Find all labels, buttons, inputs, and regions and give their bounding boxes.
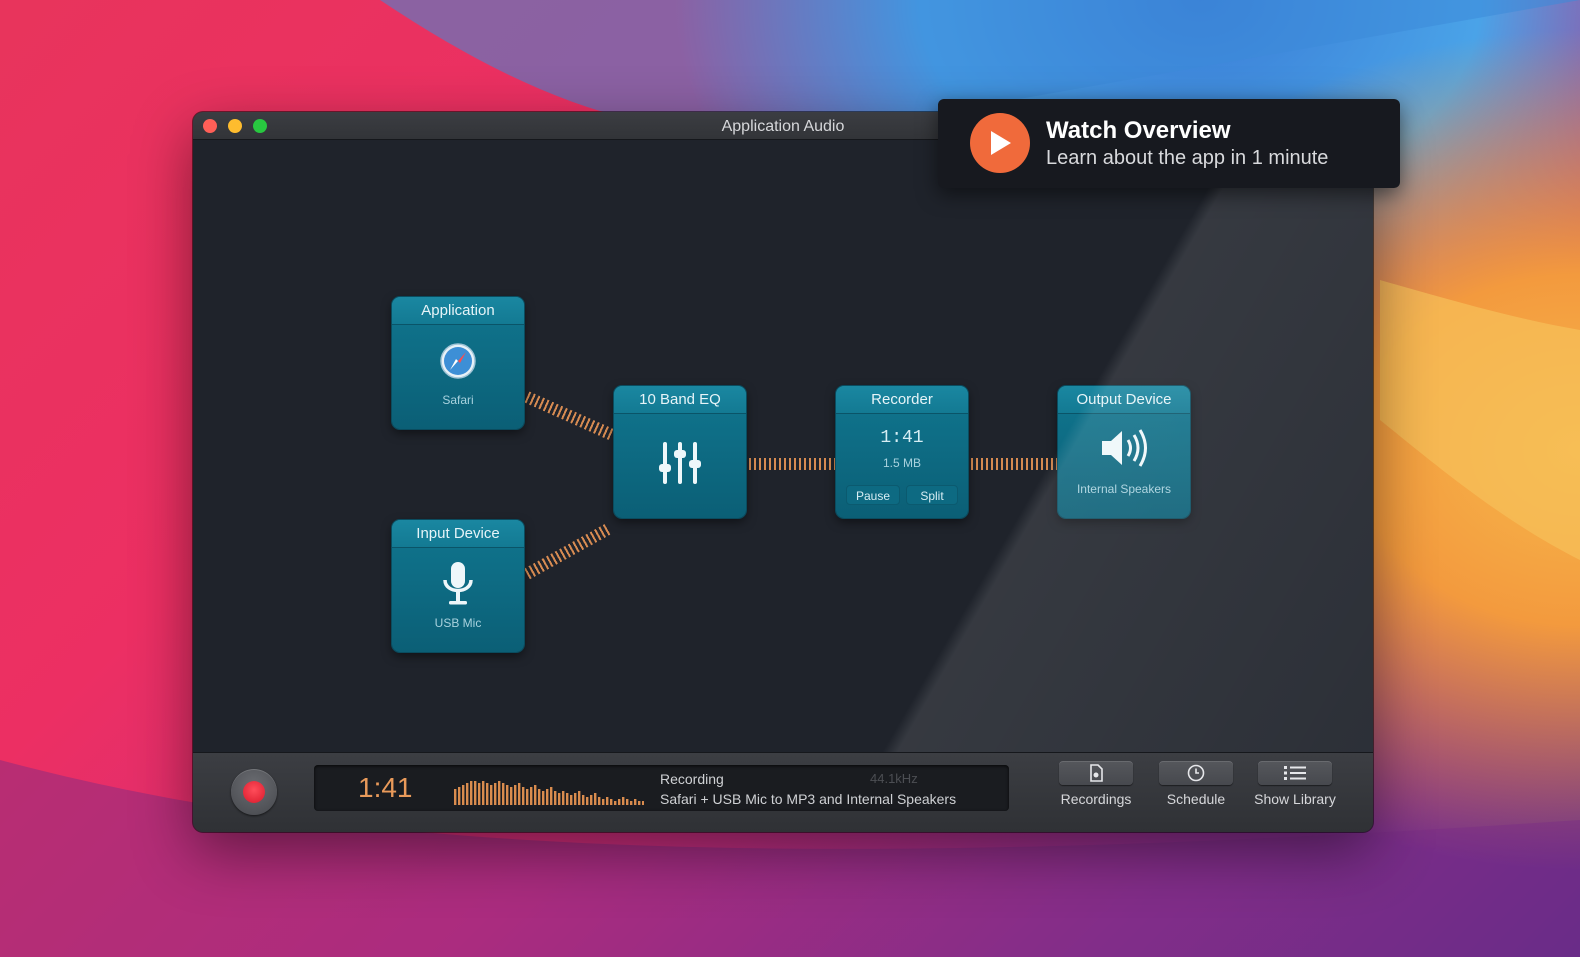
output-device-node-header: Output Device: [1058, 386, 1190, 414]
recorder-node-header: Recorder: [836, 386, 968, 414]
level-meter-bar: [610, 799, 613, 805]
level-meter-bar: [466, 783, 469, 805]
recorder-file-size: 1.5 MB: [882, 456, 921, 470]
level-meter-bar: [530, 787, 533, 805]
level-meter-bar: [518, 783, 521, 805]
sample-rate: 44.1kHz: [870, 771, 918, 786]
level-meter-bar: [502, 783, 505, 805]
level-meter-bar: [522, 787, 525, 805]
level-meter-bar: [478, 783, 481, 805]
eq-node[interactable]: 10 Band EQ: [614, 386, 746, 518]
wire-recorder-to-output: [971, 458, 1059, 470]
level-meter-bar: [626, 799, 629, 805]
level-meter-bar: [474, 781, 477, 805]
clock-icon: [1159, 761, 1233, 785]
overview-title: Watch Overview: [1046, 117, 1231, 144]
level-meter-bar: [486, 783, 489, 805]
output-device-node[interactable]: Output Device Internal Speakers: [1058, 386, 1190, 518]
level-meter-bar: [458, 787, 461, 805]
status-display: 1:41 Recording 44.1kHz Safari + USB Mic …: [314, 765, 1009, 811]
speaker-icon: [1058, 426, 1190, 470]
level-meter-bar: [578, 791, 581, 805]
level-meter-bar: [498, 781, 501, 805]
show-library-label: Show Library: [1254, 791, 1336, 807]
level-meter-bar: [634, 799, 637, 805]
play-icon[interactable]: [970, 113, 1030, 173]
level-meter-bar: [638, 801, 641, 805]
pause-button[interactable]: Pause: [846, 485, 900, 505]
schedule-button[interactable]: Schedule: [1151, 761, 1241, 807]
recordings-button[interactable]: Recordings: [1051, 761, 1141, 807]
level-meter-bar: [558, 793, 561, 805]
bottom-toolbar: 1:41 Recording 44.1kHz Safari + USB Mic …: [193, 752, 1373, 832]
level-meter-bar: [550, 787, 553, 805]
input-device-node-label: USB Mic: [434, 616, 482, 630]
level-meter-bar: [554, 791, 557, 805]
wire-input-to-eq: [524, 523, 613, 580]
level-meter-bar: [602, 799, 605, 805]
status-detail: Safari + USB Mic to MP3 and Internal Spe…: [660, 791, 957, 807]
level-meter-bar: [594, 793, 597, 805]
recordings-label: Recordings: [1060, 791, 1132, 807]
schedule-label: Schedule: [1166, 791, 1226, 807]
show-library-button[interactable]: Show Library: [1250, 761, 1340, 807]
level-meter-bar: [542, 791, 545, 805]
level-meter-bar: [482, 781, 485, 805]
level-meter-bar: [470, 781, 473, 805]
level-meter-bar: [606, 797, 609, 805]
list-icon: [1258, 761, 1332, 785]
safari-compass-icon: [392, 341, 524, 381]
level-meter-bar: [614, 801, 617, 805]
recordings-icon: [1059, 761, 1133, 785]
level-meter-bar: [622, 797, 625, 805]
output-device-node-label: Internal Speakers: [1076, 482, 1172, 496]
input-device-node-header: Input Device: [392, 520, 524, 548]
application-node[interactable]: Application Safari: [392, 297, 524, 429]
level-meter-bar: [494, 783, 497, 805]
watch-overview-banner[interactable]: Watch Overview Learn about the app in 1 …: [938, 99, 1400, 188]
audio-routing-canvas: Application Safari Input Device USB Mic …: [193, 140, 1373, 752]
level-meter-bar: [590, 795, 593, 805]
level-meter-bar: [454, 789, 457, 805]
split-button[interactable]: Split: [906, 485, 958, 505]
level-meter-bar: [570, 795, 573, 805]
status-elapsed-time: 1:41: [358, 772, 413, 803]
level-meter-bar: [538, 789, 541, 805]
level-meter-bar: [490, 785, 493, 805]
level-meter-bar: [642, 801, 644, 805]
application-node-header: Application: [392, 297, 524, 325]
level-meter-bar: [546, 789, 549, 805]
app-window: Application Audio Application Safari Inp…: [193, 112, 1373, 832]
level-meter-bar: [566, 793, 569, 805]
level-meter: [454, 781, 644, 805]
level-meter-bar: [562, 791, 565, 805]
equalizer-sliders-icon: [614, 438, 746, 488]
level-meter-bar: [630, 801, 633, 805]
recorder-elapsed-time: 1:41: [880, 428, 924, 448]
level-meter-bar: [506, 785, 509, 805]
wire-application-to-eq: [524, 391, 616, 441]
level-meter-bar: [462, 785, 465, 805]
record-button[interactable]: [231, 769, 277, 815]
eq-node-header: 10 Band EQ: [614, 386, 746, 414]
level-meter-bar: [586, 797, 589, 805]
level-meter-bar: [534, 785, 537, 805]
level-meter-bar: [582, 795, 585, 805]
wire-eq-to-recorder: [749, 458, 837, 470]
level-meter-bar: [526, 789, 529, 805]
level-meter-bar: [510, 787, 513, 805]
microphone-icon: [392, 560, 524, 610]
window-glare: [193, 140, 1373, 752]
level-meter-bar: [514, 785, 517, 805]
overview-subtitle: Learn about the app in 1 minute: [1046, 147, 1329, 169]
level-meter-bar: [618, 799, 621, 805]
application-node-label: Safari: [442, 393, 474, 407]
level-meter-bar: [598, 797, 601, 805]
recorder-node[interactable]: Recorder 1:41 1.5 MB Pause Split: [836, 386, 968, 518]
status-text: Recording: [660, 771, 724, 787]
input-device-node[interactable]: Input Device USB Mic: [392, 520, 524, 652]
level-meter-bar: [574, 793, 577, 805]
